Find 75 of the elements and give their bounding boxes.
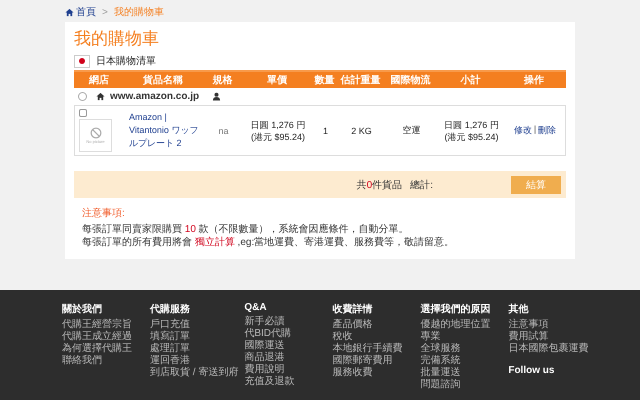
column-header: 貨品名稱 [142, 74, 184, 87]
item-checkbox[interactable] [79, 109, 87, 117]
footer-link[interactable]: 處理訂單 [150, 343, 190, 355]
footer-heading: 代購服務 [150, 302, 190, 316]
region-title: 日本購物清單 [96, 54, 156, 68]
notes-title: 注意事項: [82, 206, 126, 220]
subtotal-price: 日圓 1,276 円 [443, 118, 500, 130]
store-radio[interactable] [78, 92, 87, 101]
footer-link[interactable]: 完備系統 [420, 355, 460, 367]
footer-link[interactable]: 新手必讀 [244, 316, 284, 328]
footer-link[interactable]: 日本國際包裹運費 [508, 343, 588, 355]
footer-link[interactable]: 代BID代購 [244, 328, 292, 340]
item-count-text: 共0件貨品 [356, 178, 402, 192]
total-label: 總計: [410, 178, 433, 192]
column-header: 數量 [313, 74, 336, 87]
spec-text: na [217, 126, 230, 136]
footer-link[interactable]: 服務收費 [332, 367, 372, 379]
footer-heading: 收費詳情 [332, 302, 372, 316]
footer-link[interactable]: 問題諮詢 [420, 379, 460, 391]
unit-price-hkd: (港元 $95.24) [250, 130, 306, 142]
footer-link[interactable]: 代購王經營宗旨 [62, 319, 132, 331]
footer-link[interactable]: 填寫訂單 [150, 331, 190, 343]
footer-heading: 其他 [508, 302, 528, 316]
breadcrumb-current: 我的購物車 [114, 6, 164, 19]
home-link[interactable]: 首頁 [65, 5, 96, 19]
quantity-text: 1 [322, 126, 329, 136]
footer-link[interactable]: 全球服務 [420, 343, 460, 355]
weight-text: 2 KG [350, 126, 373, 136]
column-header: 操作 [522, 74, 545, 87]
person-icon[interactable] [212, 92, 222, 101]
footer-link[interactable]: 為何選擇代購王 [62, 343, 132, 355]
footer-link[interactable]: 優越的地理位置 [420, 319, 490, 331]
footer-link[interactable]: 國際運送 [244, 340, 284, 352]
column-header: 估計重量 [339, 74, 382, 87]
action-separator: | [534, 124, 536, 136]
subtotal-price-hkd: (港元 $95.24) [443, 130, 500, 142]
footer-link[interactable]: 稅收 [332, 331, 352, 343]
page-title: 我的購物車 [74, 28, 160, 50]
breadcrumb-separator: > [102, 6, 108, 18]
footer-link[interactable]: 費用試算 [508, 331, 548, 343]
footer-link[interactable]: 專業 [420, 331, 440, 343]
edit-link[interactable]: 修改 [514, 124, 532, 137]
follow-us-heading: Follow us [508, 365, 554, 376]
store-name: www.amazon.co.jp [110, 91, 200, 102]
japan-flag-icon [74, 54, 90, 68]
footer-link[interactable]: 代購王成立經過 [62, 331, 132, 343]
footer-heading: Q&A [244, 302, 267, 313]
product-name-link[interactable]: Amazon | Vitantonio ワッフルプレート 2 [125, 111, 203, 150]
footer-link[interactable]: 本地銀行手續費 [332, 343, 402, 355]
home-icon [96, 92, 105, 101]
footer-link[interactable]: 戶口充值 [150, 319, 190, 331]
footer-link[interactable]: 批量運送 [420, 367, 460, 379]
delete-link[interactable]: 刪除 [538, 124, 556, 137]
note-text: 每張訂單同賣家限購買 10 款（不限數量），系統會因應條件，自動分單。 [82, 223, 410, 236]
column-header: 規格 [212, 74, 234, 87]
no-entry-icon [90, 127, 102, 139]
footer-link[interactable]: 到店取貨 / 寄送到府 [150, 367, 238, 379]
column-header: 國際物流 [390, 73, 432, 87]
footer-link[interactable]: 聯絡我們 [62, 355, 102, 367]
footer-link[interactable]: 產品價格 [332, 319, 372, 331]
home-icon [65, 8, 74, 16]
shipping-text: 空運 [402, 124, 422, 137]
footer-link[interactable]: 運回香港 [150, 355, 190, 367]
column-header: 單價 [266, 74, 288, 87]
note-text: 每張訂單的所有費用將會 獨立計算 ,eg:當地運費、寄港運費、服務費等，敬請留意。 [82, 236, 456, 249]
column-header: 網店 [88, 73, 110, 87]
footer-link[interactable]: 商品退港 [244, 352, 284, 364]
footer-link[interactable]: 國際郵寄費用 [332, 355, 392, 367]
column-header: 小計 [459, 74, 482, 87]
footer-link[interactable]: 費用說明 [244, 364, 284, 376]
footer-heading: 選擇我們的原因 [420, 302, 490, 316]
footer-link[interactable]: 充值及退款 [244, 376, 294, 388]
footer-heading: 關於我們 [62, 302, 102, 316]
footer-link[interactable]: 注意事項 [508, 319, 548, 331]
unit-price: 日圓 1,276 円 [250, 118, 306, 130]
